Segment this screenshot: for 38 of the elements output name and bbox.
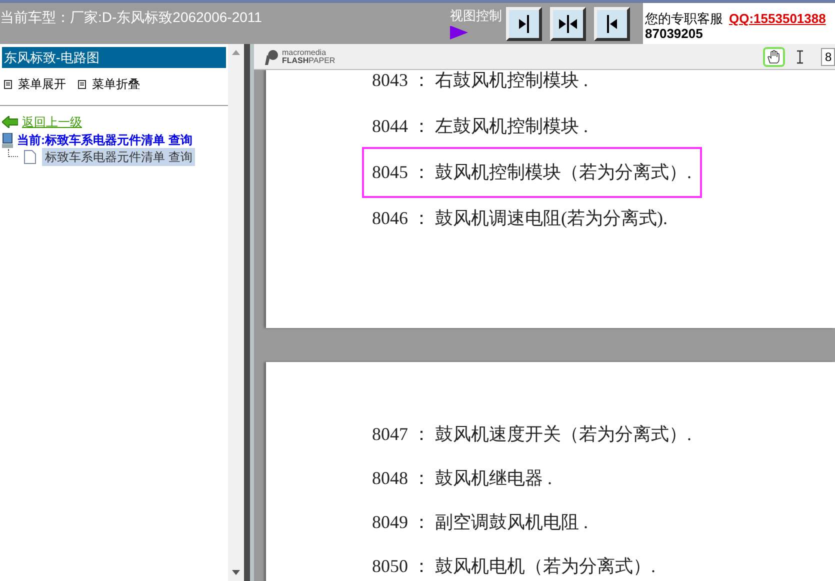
component-entry: 8046 ： 鼓风机调速电阻(若为分离式). bbox=[371, 206, 668, 230]
car-model-label: 当前车型：厂家:D-东风标致2062006-2011 bbox=[0, 8, 263, 27]
component-entry: 8044 ： 左鼓风机控制模块 . bbox=[371, 114, 589, 138]
component-entry: 8043 ： 右鼓风机控制模块 . bbox=[371, 70, 589, 92]
support-label: 您的专职客服 bbox=[645, 11, 723, 26]
expand-menu-button[interactable]: 菜单展开 bbox=[4, 75, 66, 93]
component-entry: 8047 ： 鼓风机速度开关（若为分离式）. bbox=[371, 422, 692, 446]
text-cursor-icon bbox=[796, 50, 804, 64]
component-entry: 8048 ： 鼓风机继电器 . bbox=[371, 466, 553, 490]
logo-icon bbox=[264, 48, 279, 64]
back-arrow-icon bbox=[2, 116, 18, 128]
view-left-button[interactable] bbox=[594, 7, 630, 41]
hand-icon bbox=[767, 50, 781, 64]
current-location: 当前:标致车系电器元件清单 查询 bbox=[17, 132, 192, 149]
view-split-button[interactable] bbox=[550, 7, 586, 41]
scrollbar[interactable] bbox=[228, 44, 244, 581]
scroll-down-icon[interactable] bbox=[232, 570, 240, 575]
page-number-field[interactable]: 8 bbox=[821, 48, 835, 66]
play-icon bbox=[450, 26, 468, 40]
view-right-button[interactable] bbox=[506, 7, 542, 41]
view-control-label: 视图控制 bbox=[450, 7, 503, 25]
menu-icon bbox=[4, 80, 12, 88]
menu-icon bbox=[78, 80, 86, 88]
computer-icon bbox=[2, 132, 14, 148]
logo-text: macromedia bbox=[282, 48, 328, 56]
logo-text: PAPER bbox=[308, 56, 336, 64]
support-number: 87039205 bbox=[645, 26, 704, 41]
back-link[interactable]: 返回上一级 bbox=[22, 113, 82, 131]
collapse-menu-button[interactable]: 菜单折叠 bbox=[78, 75, 140, 93]
sidebar-title: 东风标致-电路图 bbox=[2, 47, 226, 68]
component-entry: 8049 ： 副空调鼓风机电阻 . bbox=[371, 510, 589, 534]
component-entry: 8050 ： 鼓风机电机（若为分离式）. bbox=[371, 554, 656, 578]
hand-tool-button[interactable] bbox=[763, 46, 785, 66]
document-icon bbox=[24, 150, 36, 164]
tree-item[interactable]: 标致车系电器元件清单 查询 bbox=[42, 148, 196, 166]
logo-text: FLASH bbox=[282, 56, 309, 64]
qq-link[interactable]: QQ:1553501388 bbox=[729, 11, 826, 26]
component-entry: 8045 ： 鼓风机控制模块（若为分离式）. bbox=[362, 146, 702, 198]
